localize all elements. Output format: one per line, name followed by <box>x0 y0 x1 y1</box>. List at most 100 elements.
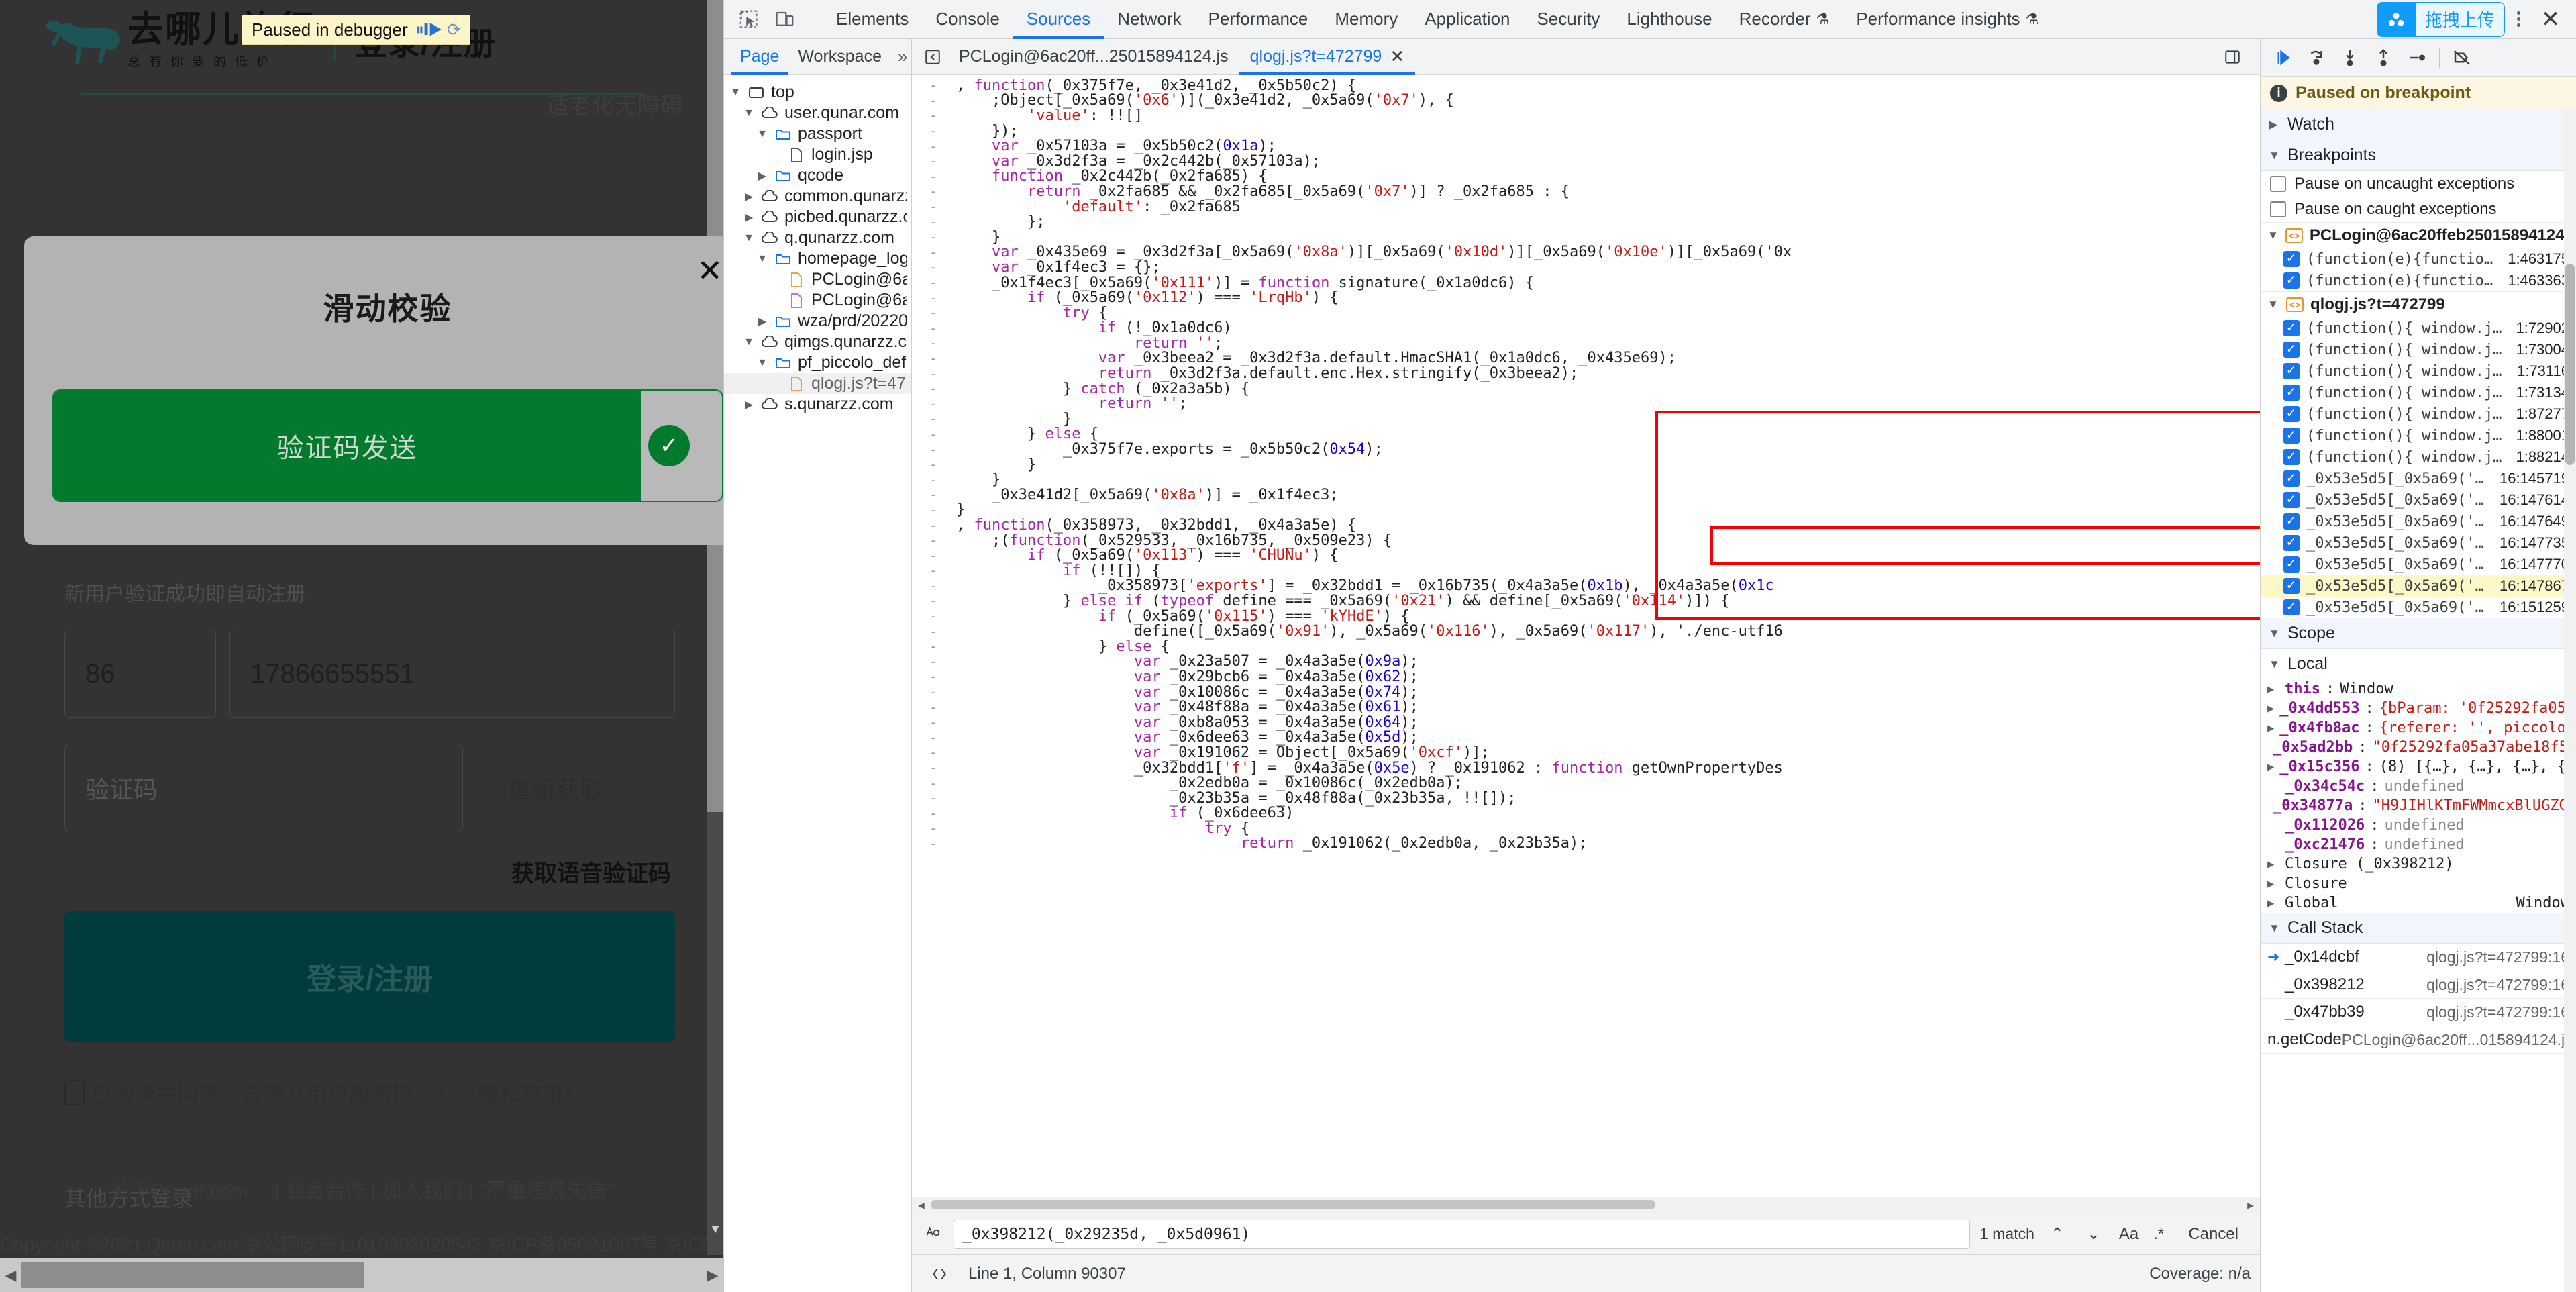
checkbox-icon[interactable] <box>2283 340 2300 358</box>
checkbox-icon[interactable] <box>2283 555 2300 573</box>
debugger-vertical-scrollbar[interactable] <box>2564 109 2576 1292</box>
call-stack-frame[interactable]: ➜ _0x14dcbf qlogj.js?t=472799:16 <box>2261 944 2576 971</box>
breakpoint-item[interactable]: _0x53e5d5[_0x5a69('0x284')][… 16:151259 <box>2261 597 2576 618</box>
tab-lighthouse[interactable]: Lighthouse <box>1613 0 1725 39</box>
tab-recorder[interactable]: Recorder ⚗ <box>1726 0 1843 39</box>
editor-panel-toggle-icon[interactable] <box>2214 39 2251 75</box>
tree-node-qlogj-js-t-472799[interactable]: qlogj.js?t=472799 <box>724 373 911 394</box>
use-regex-button[interactable]: .* <box>2151 1225 2167 1244</box>
chevron-right-icon[interactable]: ▶ <box>2267 702 2274 715</box>
chevron-right-icon[interactable]: ▶ <box>2267 683 2279 696</box>
scope-variable[interactable]: ▶ this: Window <box>2261 679 2576 699</box>
tab-memory[interactable]: Memory <box>1321 0 1411 39</box>
verify-code-input[interactable]: 验证码 <box>64 744 463 832</box>
tab-sources[interactable]: Sources <box>1013 0 1104 39</box>
pause-option-row[interactable]: Pause on uncaught exceptions <box>2261 171 2576 197</box>
checkbox-icon[interactable] <box>2283 383 2300 401</box>
tab-elements[interactable]: Elements <box>823 0 922 39</box>
agreement-checkbox[interactable] <box>64 1080 85 1105</box>
editor-tab-pclogin[interactable]: PCLogin@6ac20ff...25015894124.js <box>948 39 1239 75</box>
twisty-icon[interactable]: ▶ <box>743 190 755 203</box>
editor-scroll-thumb[interactable] <box>931 1200 1655 1209</box>
page-vertical-scrollbar[interactable]: ▼ <box>707 0 723 1255</box>
debugger-badge-controls[interactable]: ⏸❙▶ ⟳ <box>416 19 462 40</box>
check-icon[interactable]: ✓ <box>648 425 690 466</box>
checkbox-icon[interactable] <box>2270 176 2286 192</box>
scroll-down-arrow-icon[interactable]: ▼ <box>707 1222 723 1236</box>
breakpoint-item[interactable]: _0x53e5d5[_0x5a69('0x284')][… 16:147649 <box>2261 511 2576 532</box>
close-icon[interactable]: ✕ <box>697 255 723 286</box>
twisty-icon[interactable]: ▼ <box>756 357 768 369</box>
checkbox-icon[interactable] <box>2283 426 2300 444</box>
checkbox-icon[interactable] <box>2283 271 2300 289</box>
checkbox-icon[interactable] <box>2283 362 2300 379</box>
breakpoint-item[interactable]: (function(){ window.june_v = '… 1:87277 <box>2261 403 2576 425</box>
agreement-row[interactable]: 已阅读并同意《去哪儿用户服务协议》、《隐私政策》 <box>64 1077 675 1108</box>
breakpoint-item[interactable]: (function(){ window.june_v = '… 1:88001 <box>2261 425 2576 446</box>
twisty-icon[interactable]: ▶ <box>756 169 768 183</box>
call-stack-frame[interactable]: _0x47bb39 qlogj.js?t=472799:16 <box>2261 999 2576 1026</box>
checkbox-icon[interactable] <box>2283 577 2300 594</box>
twisty-icon[interactable]: ▶ <box>743 398 755 411</box>
tree-node-qimgs-qunarzz-com[interactable]: ▼ qimgs.qunarzz.com <box>724 332 911 352</box>
checkbox-icon[interactable] <box>2270 201 2286 217</box>
checkbox-icon[interactable] <box>2283 250 2300 267</box>
close-tab-icon[interactable]: ✕ <box>1390 46 1404 67</box>
scope-variable[interactable]: _0x112026: undefined <box>2261 815 2576 835</box>
chevron-down-icon[interactable]: ▼ <box>2267 298 2279 311</box>
section-scope[interactable]: ▼ Scope <box>2261 618 2576 649</box>
debugger-scroll-thumb[interactable] <box>2565 264 2575 465</box>
breakpoint-group-header[interactable]: ▼ <> PCLogin@6ac20ffeb25015894124.js <box>2261 222 2576 248</box>
twisty-icon[interactable]: ▼ <box>743 107 755 119</box>
resume-script-icon[interactable]: ⏸❙▶ <box>416 21 443 40</box>
match-case-button[interactable]: Aa <box>2116 1225 2141 1244</box>
tab-security[interactable]: Security <box>1524 0 1614 39</box>
resend-code-link[interactable]: 重新获取 <box>507 771 604 805</box>
tree-node-passport[interactable]: ▼ passport <box>724 123 911 144</box>
editor-tab-qlogj[interactable]: qlogj.js?t=472799 ✕ <box>1239 39 1416 75</box>
device-toolbar-icon[interactable] <box>767 1 803 38</box>
breakpoint-item[interactable]: _0x53e5d5[_0x5a69('0x284')][… 16:145719 <box>2261 468 2576 489</box>
chevron-right-icon[interactable]: ▶ <box>2267 858 2279 871</box>
tree-node-homepage-login-prd-scripts[interactable]: ▼ homepage_login/prd/scripts <box>724 248 911 269</box>
tab-network[interactable]: Network <box>1104 0 1194 39</box>
chevron-right-icon[interactable]: ▶ <box>2267 877 2279 891</box>
close-devtools-icon[interactable]: ✕ <box>2532 6 2569 33</box>
checkbox-icon[interactable] <box>2283 469 2300 487</box>
phone-input[interactable]: 17866655551 <box>229 630 675 718</box>
pretty-print-icon[interactable] <box>921 1256 958 1292</box>
editor-horizontal-scrollbar[interactable]: ◀ ▶ <box>912 1197 2260 1213</box>
footer-links[interactable]: 关于Qunar.com | 业务合作 | 加入我们 | "严重违规失信" <box>0 1174 723 1203</box>
breakpoint-item[interactable]: (function(e){function n(r){if… 1:463175 <box>2261 248 2576 270</box>
search-prev-button[interactable]: ⌃ <box>2044 1224 2071 1244</box>
tab-application[interactable]: Application <box>1411 0 1523 39</box>
step-out-icon[interactable] <box>2367 41 2400 74</box>
breakpoint-item[interactable]: _0x53e5d5[_0x5a69('0x284')][… 16:147867 <box>2261 575 2576 597</box>
tree-node-qcode[interactable]: ▶ qcode <box>724 165 911 186</box>
tree-node-pclogin-6ac20ffeb2501589[interactable]: PCLogin@6ac20ffeb2501589 <box>724 269 911 290</box>
search-cancel-button[interactable]: Cancel <box>2176 1225 2251 1244</box>
tree-node-common-qunarzz-com[interactable]: ▶ common.qunarzz.com <box>724 186 911 207</box>
scope-variable[interactable]: _0x34c54c: undefined <box>2261 777 2576 796</box>
scroll-left-arrow-icon[interactable]: ◀ <box>0 1266 21 1284</box>
tab-performance[interactable]: Performance <box>1195 0 1322 39</box>
tree-node-login-jsp[interactable]: login.jsp <box>724 144 911 165</box>
breakpoint-item[interactable]: _0x53e5d5[_0x5a69('0x284')][… 16:147770 <box>2261 554 2576 575</box>
section-breakpoints[interactable]: ▼ Breakpoints <box>2261 140 2576 171</box>
nav-tab-workspace[interactable]: Workspace <box>788 39 891 75</box>
pause-option-row[interactable]: Pause on caught exceptions <box>2261 197 2576 222</box>
tab-console[interactable]: Console <box>922 0 1013 39</box>
checkbox-icon[interactable] <box>2283 512 2300 530</box>
step-into-icon[interactable] <box>2333 41 2367 74</box>
devtools-menu-icon[interactable] <box>2505 11 2532 27</box>
login-register-button[interactable]: 登录/注册 <box>64 911 675 1042</box>
breakpoint-item[interactable]: (function(){ window.june_v = '… 1:72902 <box>2261 317 2576 339</box>
debugger-scroll-area[interactable]: ▶ Watch ▼ Breakpoints Pause on uncaught … <box>2261 109 2576 1292</box>
resume-icon[interactable] <box>2266 41 2300 74</box>
checkbox-icon[interactable] <box>2283 319 2300 336</box>
breakpoint-item[interactable]: (function(){ window.june_v = '… 1:73134 <box>2261 382 2576 403</box>
scope-group[interactable]: ▶ Closure (_0x398212) <box>2261 854 2576 874</box>
tree-node-picbed-qunarzz-com[interactable]: ▶ picbed.qunarzz.com <box>724 207 911 228</box>
twisty-icon[interactable]: ▼ <box>756 253 768 265</box>
twisty-icon[interactable]: ▼ <box>729 87 741 99</box>
